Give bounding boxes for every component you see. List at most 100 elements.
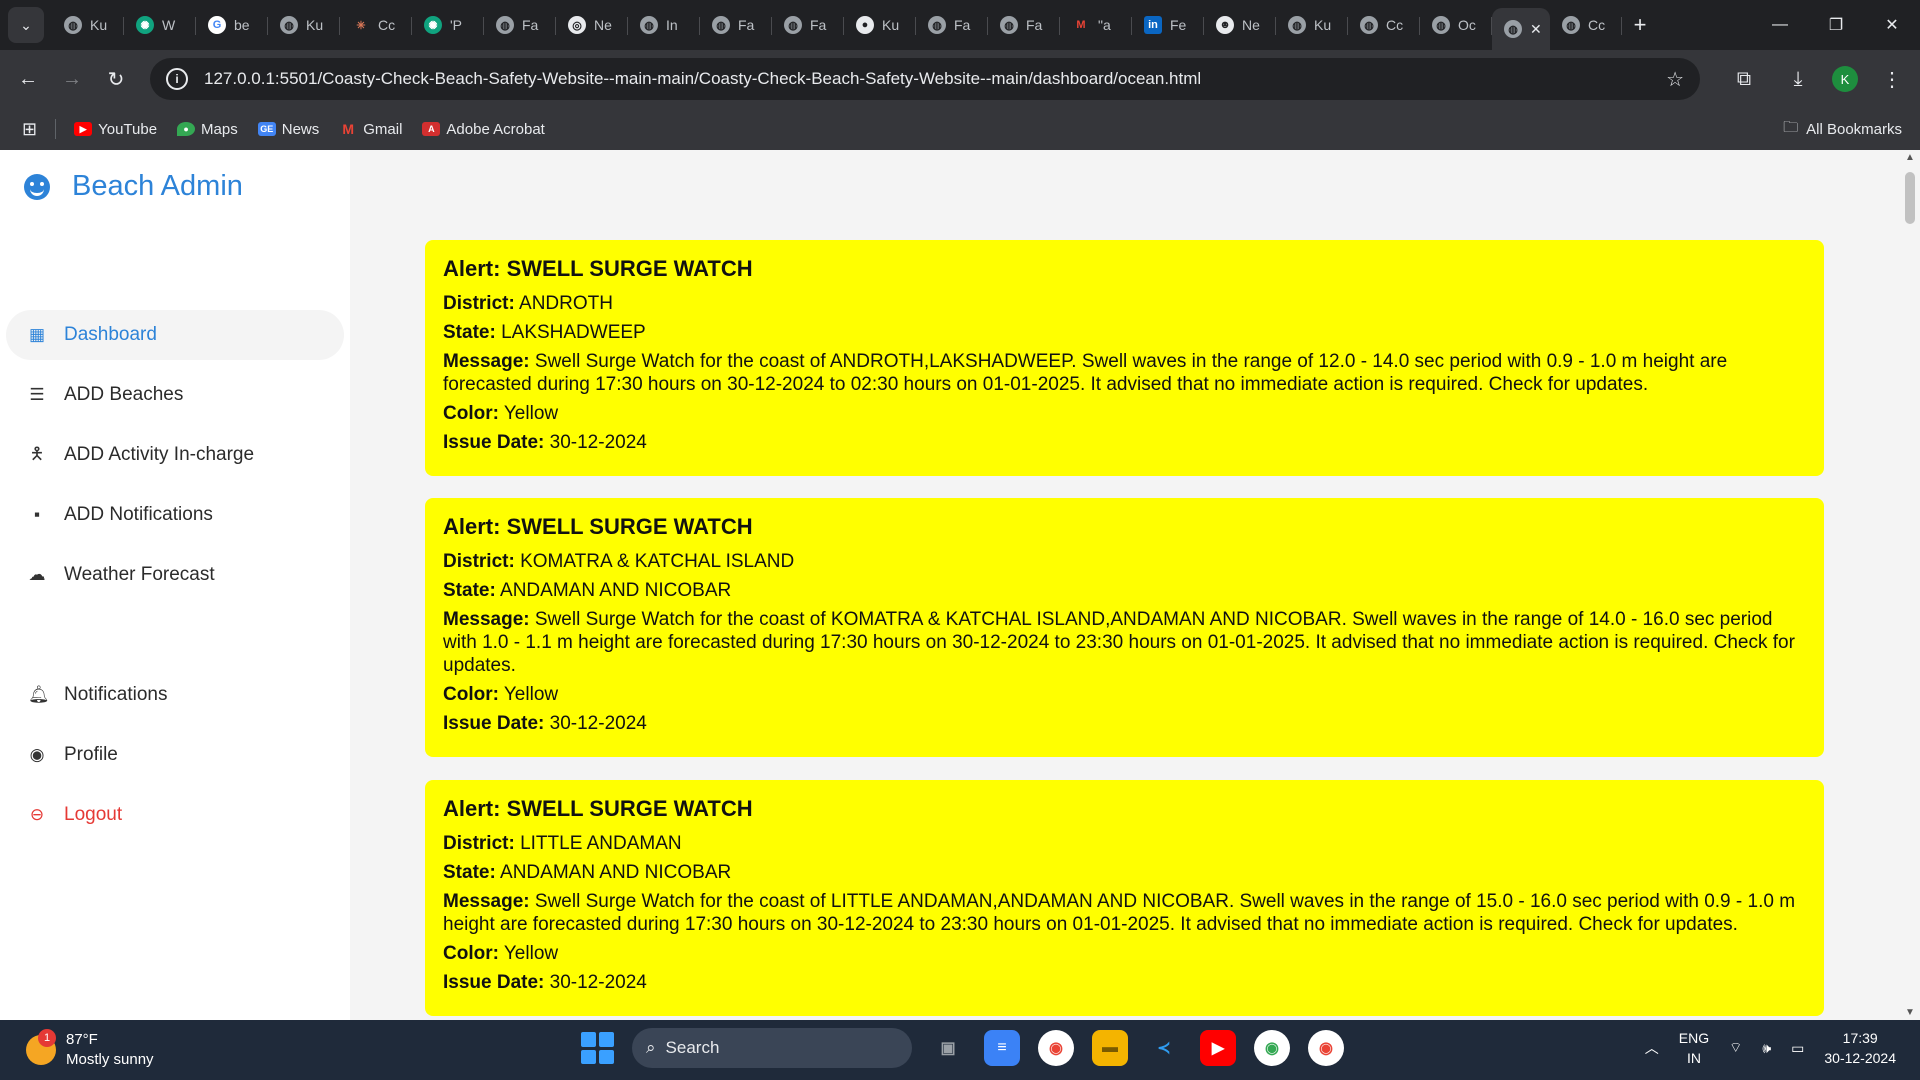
lang-bottom: IN — [1686, 1050, 1701, 1066]
tab[interactable]: ◍ Oc — [1420, 6, 1492, 44]
globe-icon: ◍ — [280, 16, 298, 34]
youtube-icon[interactable]: ▶ — [1200, 1030, 1236, 1066]
tab-label: In — [666, 17, 678, 33]
tab-list: ◍ Ku ✺ W Gbe ◍ Ku ✳ Cc ✺ 'P ◍ Fa ◎ Ne ◍ In ◍ Fa ◍… — [52, 0, 1658, 50]
sidebar-item-weather-forecast[interactable]: ☁ Weather Forecast — [0, 550, 350, 600]
tab[interactable]: ◍ Ku — [52, 6, 124, 44]
bookmark-news[interactable]: GE News — [257, 121, 319, 138]
vscode-icon[interactable]: ≺ — [1146, 1030, 1182, 1066]
alert-district: District: LITTLE ANDAMAN — [443, 833, 682, 854]
tab[interactable]: in Fe — [1132, 6, 1204, 44]
tab[interactable]: ◎ Ne — [556, 6, 628, 44]
copilot-icon: ☻ — [1216, 16, 1234, 34]
chrome-icon[interactable]: ◉ — [1038, 1030, 1074, 1066]
close-window-icon[interactable]: ✕ — [1864, 0, 1920, 50]
windows-start-icon[interactable] — [580, 1031, 614, 1065]
scrollbar-thumb[interactable] — [1905, 172, 1915, 224]
bookmark-youtube[interactable]: ▶ YouTube — [74, 121, 157, 138]
tab[interactable]: ◍ Fa — [916, 6, 988, 44]
tab[interactable]: ◍ Fa — [772, 6, 844, 44]
logout-icon: ⊖ — [29, 805, 45, 824]
scroll-down-arrow-icon[interactable]: ▼ — [1905, 1007, 1915, 1018]
tab[interactable]: ◍ Fa — [484, 6, 556, 44]
volume-icon[interactable]: 🕪︎ — [1762, 1040, 1771, 1057]
alert-title: Alert: SWELL SURGE WATCH — [443, 256, 753, 281]
close-tab-icon[interactable]: ✕ — [1530, 21, 1542, 38]
brand[interactable]: Beach Admin — [24, 170, 243, 203]
tab[interactable]: ✺ W — [124, 6, 196, 44]
extensions-puzzle-icon[interactable]: ⧉ — [1724, 58, 1764, 100]
tab[interactable]: ✳ Cc — [340, 6, 412, 44]
system-tray: ︿ ENG IN ⌔ 🕪︎ ▭ 17:39 30-12-2024 — [1645, 1028, 1896, 1068]
sidebar-item-dashboard[interactable]: ▦ Dashboard — [10, 310, 344, 360]
bookmark-maps[interactable]: ● Maps — [177, 121, 238, 138]
profile-avatar[interactable]: K — [1832, 66, 1858, 92]
clock[interactable]: 17:39 30-12-2024 — [1824, 1028, 1896, 1068]
tab[interactable]: ◍ In — [628, 6, 700, 44]
tab[interactable]: ◍ Cc — [1348, 6, 1420, 44]
sidebar-item-profile[interactable]: ◉ Profile — [0, 730, 350, 780]
tab-label: Ne — [594, 17, 612, 33]
weather-temperature: 87°F — [66, 1031, 98, 1048]
tab[interactable]: ● Ku — [844, 6, 916, 44]
sidebar-item-add-activity-in-charge[interactable]: 🯅 ADD Activity In-charge — [0, 430, 350, 480]
globe-icon: ◍ — [496, 16, 514, 34]
tab[interactable]: ◍ Ku — [268, 6, 340, 44]
tab[interactable]: ☻ Ne — [1204, 6, 1276, 44]
google-icon: G — [208, 16, 226, 34]
all-bookmarks[interactable]: 🗀 All Bookmarks — [1783, 117, 1902, 142]
download-icon[interactable]: ⤓ — [1778, 58, 1818, 100]
alert-issue-date: Issue Date: 30-12-2024 — [443, 713, 647, 734]
tab-label: Fa — [810, 17, 827, 33]
restore-icon[interactable]: ❐ — [1808, 0, 1864, 50]
sidebar-item-add-beaches[interactable]: ☰ ADD Beaches — [0, 370, 350, 420]
tab[interactable]: ✺ 'P — [412, 6, 484, 44]
scroll-up-arrow-icon[interactable]: ▲ — [1905, 152, 1915, 163]
alert-message: Message: Swell Surge Watch for the coast… — [443, 351, 1728, 395]
sidebar-item-notifications[interactable]: 🔔︎ Notifications — [0, 670, 350, 720]
tab[interactable]: ◍ Fa — [700, 6, 772, 44]
sidebar-item-add-notifications[interactable]: ▪ ADD Notifications — [0, 490, 350, 540]
reload-icon[interactable]: ↻ — [94, 57, 138, 101]
site-info-icon[interactable]: i — [166, 68, 188, 90]
chrome-profile-icon[interactable]: ◉ — [1308, 1030, 1344, 1066]
bookmark-star-icon[interactable]: ☆ — [1666, 67, 1684, 92]
alert-issue-date: Issue Date: 30-12-2024 — [443, 972, 647, 993]
url-text[interactable]: 127.0.0.1:5501/Coasty-Check-Beach-Safety… — [204, 69, 1201, 89]
sidebar-item-label: Logout — [64, 804, 123, 825]
apps-grid-icon[interactable]: ⊞ — [22, 119, 37, 140]
tab[interactable]: M "a — [1060, 6, 1132, 44]
tab-label: Fa — [738, 17, 755, 33]
address-bar[interactable]: i 127.0.0.1:5501/Coasty-Check-Beach-Safe… — [150, 58, 1700, 100]
wifi-icon[interactable]: ⌔ — [1729, 1039, 1742, 1057]
language-indicator[interactable]: ENG IN — [1679, 1028, 1709, 1068]
weather-widget[interactable]: 1 87°F Mostly sunny — [26, 1029, 154, 1070]
notepad-icon[interactable]: ≡ — [984, 1030, 1020, 1066]
alert-state: State: LAKSHADWEEP — [443, 322, 646, 343]
browser-tabstrip: ⌄ ◍ Ku ✺ W Gbe ◍ Ku ✳ Cc ✺ 'P ◍ Fa ◎ Ne ◍ In ◍ Fa… — [0, 0, 1920, 50]
new-tab-plus-icon[interactable]: + — [1622, 12, 1658, 38]
taskbar-apps: ⌕ Search ▣ ≡ ◉ ▬ ≺ ▶ ◉ ◉ — [580, 1028, 1344, 1068]
chatgpt-icon: ✺ — [136, 16, 154, 34]
task-view-icon[interactable]: ▣ — [930, 1030, 966, 1066]
taskbar-search[interactable]: ⌕ Search — [632, 1028, 912, 1068]
tab-active[interactable]: ◍ ✕ — [1492, 8, 1550, 50]
kebab-menu-icon[interactable]: ⋮ — [1872, 58, 1912, 100]
tab[interactable]: Gbe — [196, 6, 268, 44]
tab-search-chevron-icon[interactable]: ⌄ — [8, 7, 44, 43]
page-scrollbar[interactable]: ▲ ▼ — [1900, 150, 1920, 1020]
forward-arrow-icon[interactable]: → — [50, 57, 94, 101]
back-arrow-icon[interactable]: ← — [6, 57, 50, 101]
tab[interactable]: ◍ Fa — [988, 6, 1060, 44]
tab[interactable]: ◍ Cc — [1550, 6, 1622, 44]
battery-icon[interactable]: ▭ — [1791, 1040, 1804, 1057]
sidebar-item-label: Weather Forecast — [64, 564, 215, 585]
minimize-icon[interactable]: — — [1752, 0, 1808, 50]
file-explorer-icon[interactable]: ▬ — [1092, 1030, 1128, 1066]
show-hidden-icons-chevron-icon[interactable]: ︿ — [1645, 1038, 1659, 1058]
sidebar-item-logout[interactable]: ⊖ Logout — [0, 790, 350, 840]
bookmark-adobe-acrobat[interactable]: A Adobe Acrobat — [422, 121, 545, 138]
bookmark-gmail[interactable]: M Gmail — [339, 121, 402, 138]
chrome-profile-icon[interactable]: ◉ — [1254, 1030, 1290, 1066]
tab[interactable]: ◍ Ku — [1276, 6, 1348, 44]
